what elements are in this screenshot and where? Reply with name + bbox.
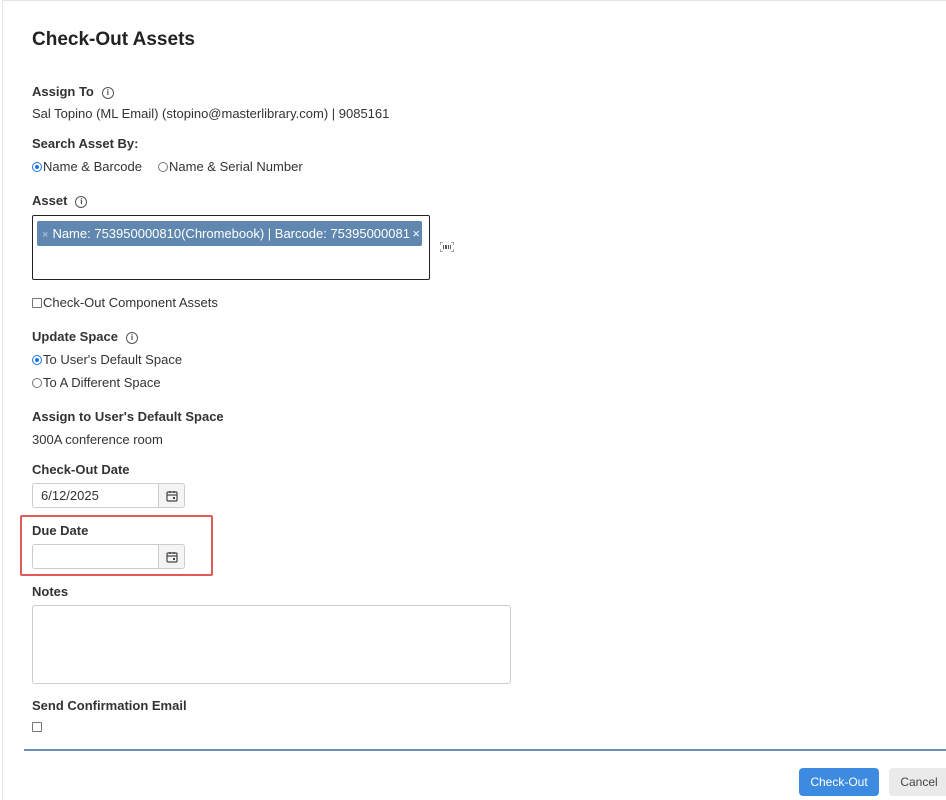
notes-textarea[interactable] <box>32 605 511 684</box>
chip-remove-icon[interactable]: × <box>42 223 48 246</box>
footer-divider <box>24 749 946 751</box>
default-space-value: 300A conference room <box>32 432 163 447</box>
info-icon[interactable]: i <box>75 196 88 208</box>
info-icon[interactable]: i <box>125 332 138 344</box>
checkout-date-input[interactable]: 6/12/2025 <box>32 483 185 508</box>
checkout-date-label: Check-Out Date <box>32 462 130 477</box>
checkbox[interactable] <box>32 297 42 308</box>
search-by-label: Search Asset By: <box>32 136 139 151</box>
search-by-options: Name & Barcode Name & Serial Number <box>32 159 319 174</box>
confirmation-email-label: Send Confirmation Email <box>32 698 187 713</box>
radio-button[interactable] <box>32 354 42 365</box>
asset-select[interactable]: × Name: 753950000810(Chromebook) | Barcod… <box>32 215 430 280</box>
radio-name-serial[interactable]: Name & Serial Number <box>158 159 303 174</box>
radio-button[interactable] <box>158 161 168 172</box>
asset-chip-text: Name: 753950000810(Chromebook) | Barcode… <box>52 226 418 241</box>
cancel-button[interactable]: Cancel <box>889 768 946 796</box>
assign-to-value: Sal Topino (ML Email) (stopino@masterlib… <box>32 106 390 121</box>
radio-name-barcode[interactable]: Name & Barcode <box>32 159 142 174</box>
clear-icon[interactable]: × <box>410 221 420 246</box>
checkout-dialog: Check-Out Assets Assign To i Sal Topino (… <box>2 0 946 800</box>
due-date-label: Due Date <box>32 523 89 538</box>
radio-button[interactable] <box>32 161 42 172</box>
due-date-input[interactable] <box>32 544 185 569</box>
info-icon[interactable]: i <box>101 87 114 99</box>
update-space-label: Update Space i <box>32 329 138 344</box>
checkout-button[interactable]: Check-Out <box>799 768 879 796</box>
asset-label: Asset i <box>32 193 88 208</box>
default-space-label: Assign to User's Default Space <box>32 409 224 424</box>
radio-button[interactable] <box>32 377 42 388</box>
component-assets-checkbox[interactable]: Check-Out Component Assets <box>32 295 218 310</box>
assign-to-label: Assign To i <box>32 84 114 99</box>
radio-default-space[interactable]: To User's Default Space <box>32 352 182 367</box>
due-date-value[interactable] <box>33 545 158 568</box>
dialog-title: Check-Out Assets <box>32 29 195 50</box>
asset-chip: × Name: 753950000810(Chromebook) | Barcod… <box>37 221 422 246</box>
notes-label: Notes <box>32 584 69 599</box>
calendar-icon[interactable] <box>158 484 184 507</box>
barcode-scan-icon[interactable] <box>440 242 454 252</box>
calendar-icon[interactable] <box>158 545 184 568</box>
radio-different-space[interactable]: To A Different Space <box>32 375 161 390</box>
checkout-date-value[interactable]: 6/12/2025 <box>33 484 158 507</box>
confirmation-email-checkbox[interactable] <box>32 722 42 732</box>
